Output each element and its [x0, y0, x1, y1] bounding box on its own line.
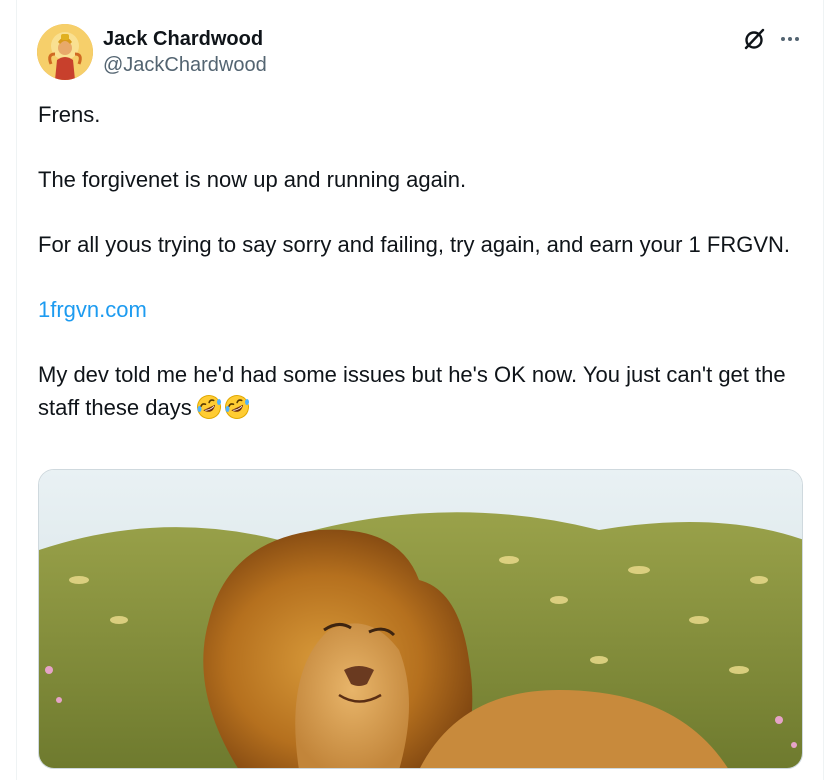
tweet-card: Jack Chardwood @JackChardwood Frens. The… — [16, 0, 824, 780]
author-name[interactable]: Jack Chardwood — [103, 27, 263, 51]
avatar-icon — [37, 24, 93, 80]
tweet-paragraph-closing: My dev told me he'd had some issues but … — [38, 358, 808, 424]
tweet-paragraph: The forgivenet is now up and running aga… — [38, 167, 467, 192]
lion-image — [39, 470, 802, 768]
tweet-link[interactable]: 1frgvn.com — [38, 297, 147, 322]
more-icon[interactable] — [777, 26, 803, 52]
grok-icon[interactable] — [741, 26, 767, 52]
author-handle[interactable]: @JackChardwood — [103, 53, 267, 77]
rolling-laughing-emoji-icon — [196, 394, 222, 420]
tweet-text: Frens. The forgivenet is now up and runn… — [38, 98, 808, 456]
tweet-media-image[interactable] — [38, 469, 803, 769]
tweet-link-paragraph: 1frgvn.com — [38, 293, 808, 326]
tweet-paragraph: For all yous trying to say sorry and fai… — [38, 232, 790, 257]
tweet-closing-text: My dev told me he'd had some issues but … — [38, 362, 786, 420]
avatar[interactable] — [37, 24, 93, 80]
tweet-paragraph: Frens. — [38, 102, 101, 127]
rolling-laughing-emoji-icon — [224, 394, 250, 420]
